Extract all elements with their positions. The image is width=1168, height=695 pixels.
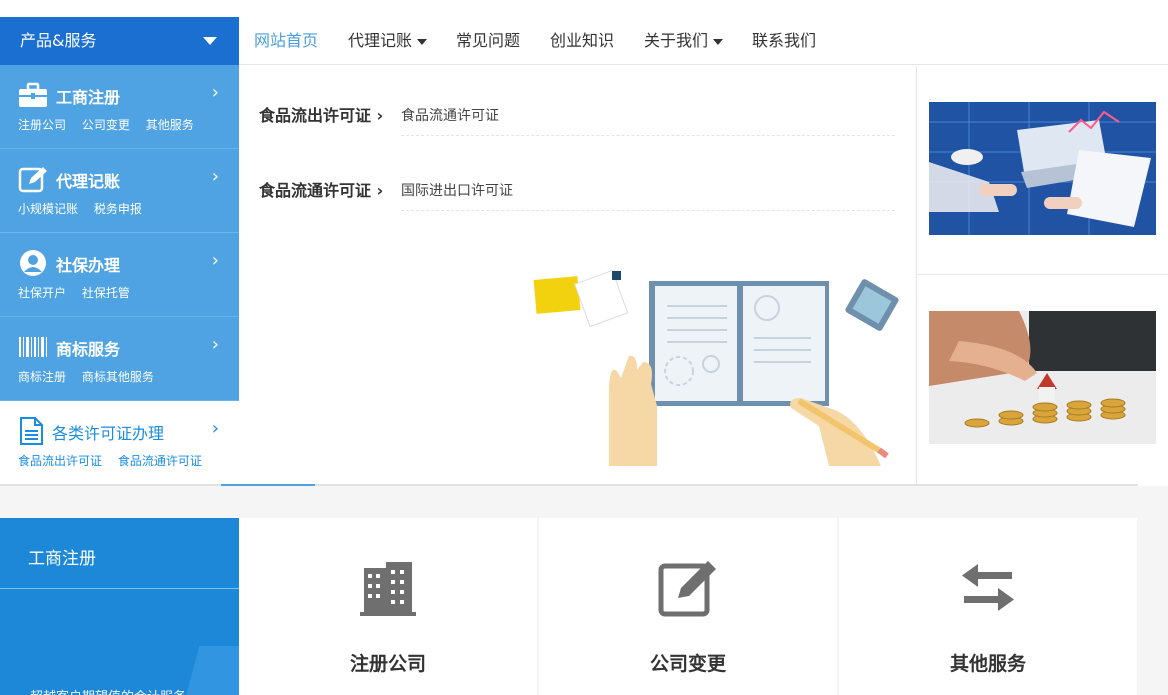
- permit-row: 食品流出许可证 › 食品流通许可证: [259, 102, 899, 142]
- sidebar-item-title: 各类许可证办理: [52, 424, 165, 443]
- coins-house-photo[interactable]: [929, 311, 1156, 444]
- sidebar-item-title: 工商注册: [56, 88, 121, 107]
- nav-label: 网站首页: [254, 31, 319, 50]
- chevron-right-icon: ›: [211, 418, 219, 439]
- service-card-company-change[interactable]: 公司变更: [539, 518, 837, 695]
- sidebar-header[interactable]: 产品&服务: [0, 17, 239, 65]
- sidebar-item-title: 社保办理: [56, 256, 121, 275]
- exchange-arrows-icon: [962, 564, 1014, 611]
- sidebar-sub-link[interactable]: 其他服务: [146, 118, 194, 132]
- sidebar-sub-link[interactable]: 公司变更: [82, 118, 130, 132]
- sidebar-item-title: 代理记账: [56, 172, 121, 191]
- nav-label: 联系我们: [752, 31, 817, 50]
- sidebar-item-social-security[interactable]: 社保办理 › 社保开户 社保托管: [0, 233, 239, 317]
- service-card-title: 其他服务: [949, 653, 1026, 675]
- building-icon: [360, 562, 416, 616]
- nav-contact-us[interactable]: 联系我们: [752, 17, 816, 65]
- nav-about-us[interactable]: 关于我们: [644, 17, 724, 65]
- permit-category[interactable]: 食品流出许可证 ›: [259, 102, 383, 126]
- decor-shape: [180, 646, 239, 695]
- chevron-right-icon: ›: [211, 82, 219, 103]
- divider: [916, 274, 1168, 275]
- box-title: 工商注册: [28, 549, 96, 569]
- user-circle-icon: [20, 250, 46, 276]
- nav-label: 常见问题: [456, 31, 521, 50]
- sidebar-item-title: 商标服务: [56, 340, 121, 359]
- caret-down-icon: [713, 38, 724, 45]
- permit-row: 食品流通许可证 › 国际进出口许可证: [259, 177, 899, 217]
- sidebar-item-business-registration[interactable]: 工商注册 › 注册公司 公司变更 其他服务: [0, 65, 239, 149]
- service-card-title: 注册公司: [349, 653, 426, 675]
- chevron-right-icon: ›: [211, 334, 219, 355]
- caret-down-icon: [203, 37, 217, 45]
- sidebar: 工商注册 › 注册公司 公司变更 其他服务 代理记账 › 小规模记账 税务申报 …: [0, 65, 239, 485]
- edit-icon: [18, 167, 47, 193]
- service-card-title: 公司变更: [649, 653, 726, 675]
- permit-category-label: 食品流通许可证: [259, 181, 372, 200]
- box-text: 超越客户期望值的会计服务: [30, 686, 186, 695]
- chevron-right-icon: ›: [211, 166, 219, 187]
- nav-bookkeeping[interactable]: 代理记账: [348, 17, 428, 65]
- sidebar-item-trademark[interactable]: 商标服务 › 商标注册 商标其他服务: [0, 317, 239, 401]
- sidebar-sub-link[interactable]: 商标注册: [18, 370, 66, 384]
- permit-category-label: 食品流出许可证: [259, 106, 372, 125]
- sidebar-item-bookkeeping[interactable]: 代理记账 › 小规模记账 税务申报: [0, 149, 239, 233]
- sidebar-sub-link[interactable]: 商标其他服务: [82, 370, 154, 384]
- sidebar-header-label: 产品&服务: [20, 31, 97, 50]
- nav-startup-knowledge[interactable]: 创业知识: [550, 17, 614, 65]
- nav-label: 关于我们: [644, 31, 709, 50]
- permit-link[interactable]: 国际进出口许可证: [401, 180, 895, 211]
- briefcase-icon: [19, 82, 47, 107]
- sidebar-sub-link[interactable]: 社保开户: [18, 286, 66, 300]
- sidebar-item-permits[interactable]: 各类许可证办理 › 食品流出许可证 食品流通许可证: [0, 401, 239, 485]
- sidebar-sub-link[interactable]: 食品流出许可证: [18, 454, 102, 468]
- nav-faq[interactable]: 常见问题: [456, 17, 520, 65]
- document-icon: [20, 417, 43, 445]
- nav-label: 代理记账: [348, 31, 413, 50]
- barcode-icon: [19, 337, 47, 357]
- nav-home[interactable]: 网站首页: [254, 17, 318, 65]
- service-card-other-services[interactable]: 其他服务: [839, 518, 1137, 695]
- sidebar-sub-link[interactable]: 小规模记账: [18, 202, 78, 216]
- sidebar-sub-link[interactable]: 税务申报: [94, 202, 142, 216]
- chevron-right-icon: ›: [211, 250, 219, 271]
- permit-category[interactable]: 食品流通许可证 ›: [259, 177, 383, 201]
- service-card-register-company[interactable]: 注册公司: [239, 518, 537, 695]
- permit-link[interactable]: 食品流通许可证: [401, 105, 895, 136]
- business-registration-box[interactable]: 工商注册 超越客户期望值的会计服务: [0, 518, 239, 695]
- caret-down-icon: [417, 38, 428, 45]
- top-nav: 网站首页 代理记账 常见问题 创业知识 关于我们 联系我们: [239, 17, 1168, 65]
- business-meeting-photo[interactable]: [929, 102, 1156, 235]
- nav-label: 创业知识: [550, 31, 615, 50]
- box-divider: [0, 588, 239, 589]
- sidebar-sub-link[interactable]: 注册公司: [18, 118, 66, 132]
- edit-icon: [658, 561, 716, 617]
- sidebar-sub-link[interactable]: 社保托管: [82, 286, 130, 300]
- notebook-illustration: [533, 269, 899, 466]
- sidebar-sub-link[interactable]: 食品流通许可证: [118, 454, 202, 468]
